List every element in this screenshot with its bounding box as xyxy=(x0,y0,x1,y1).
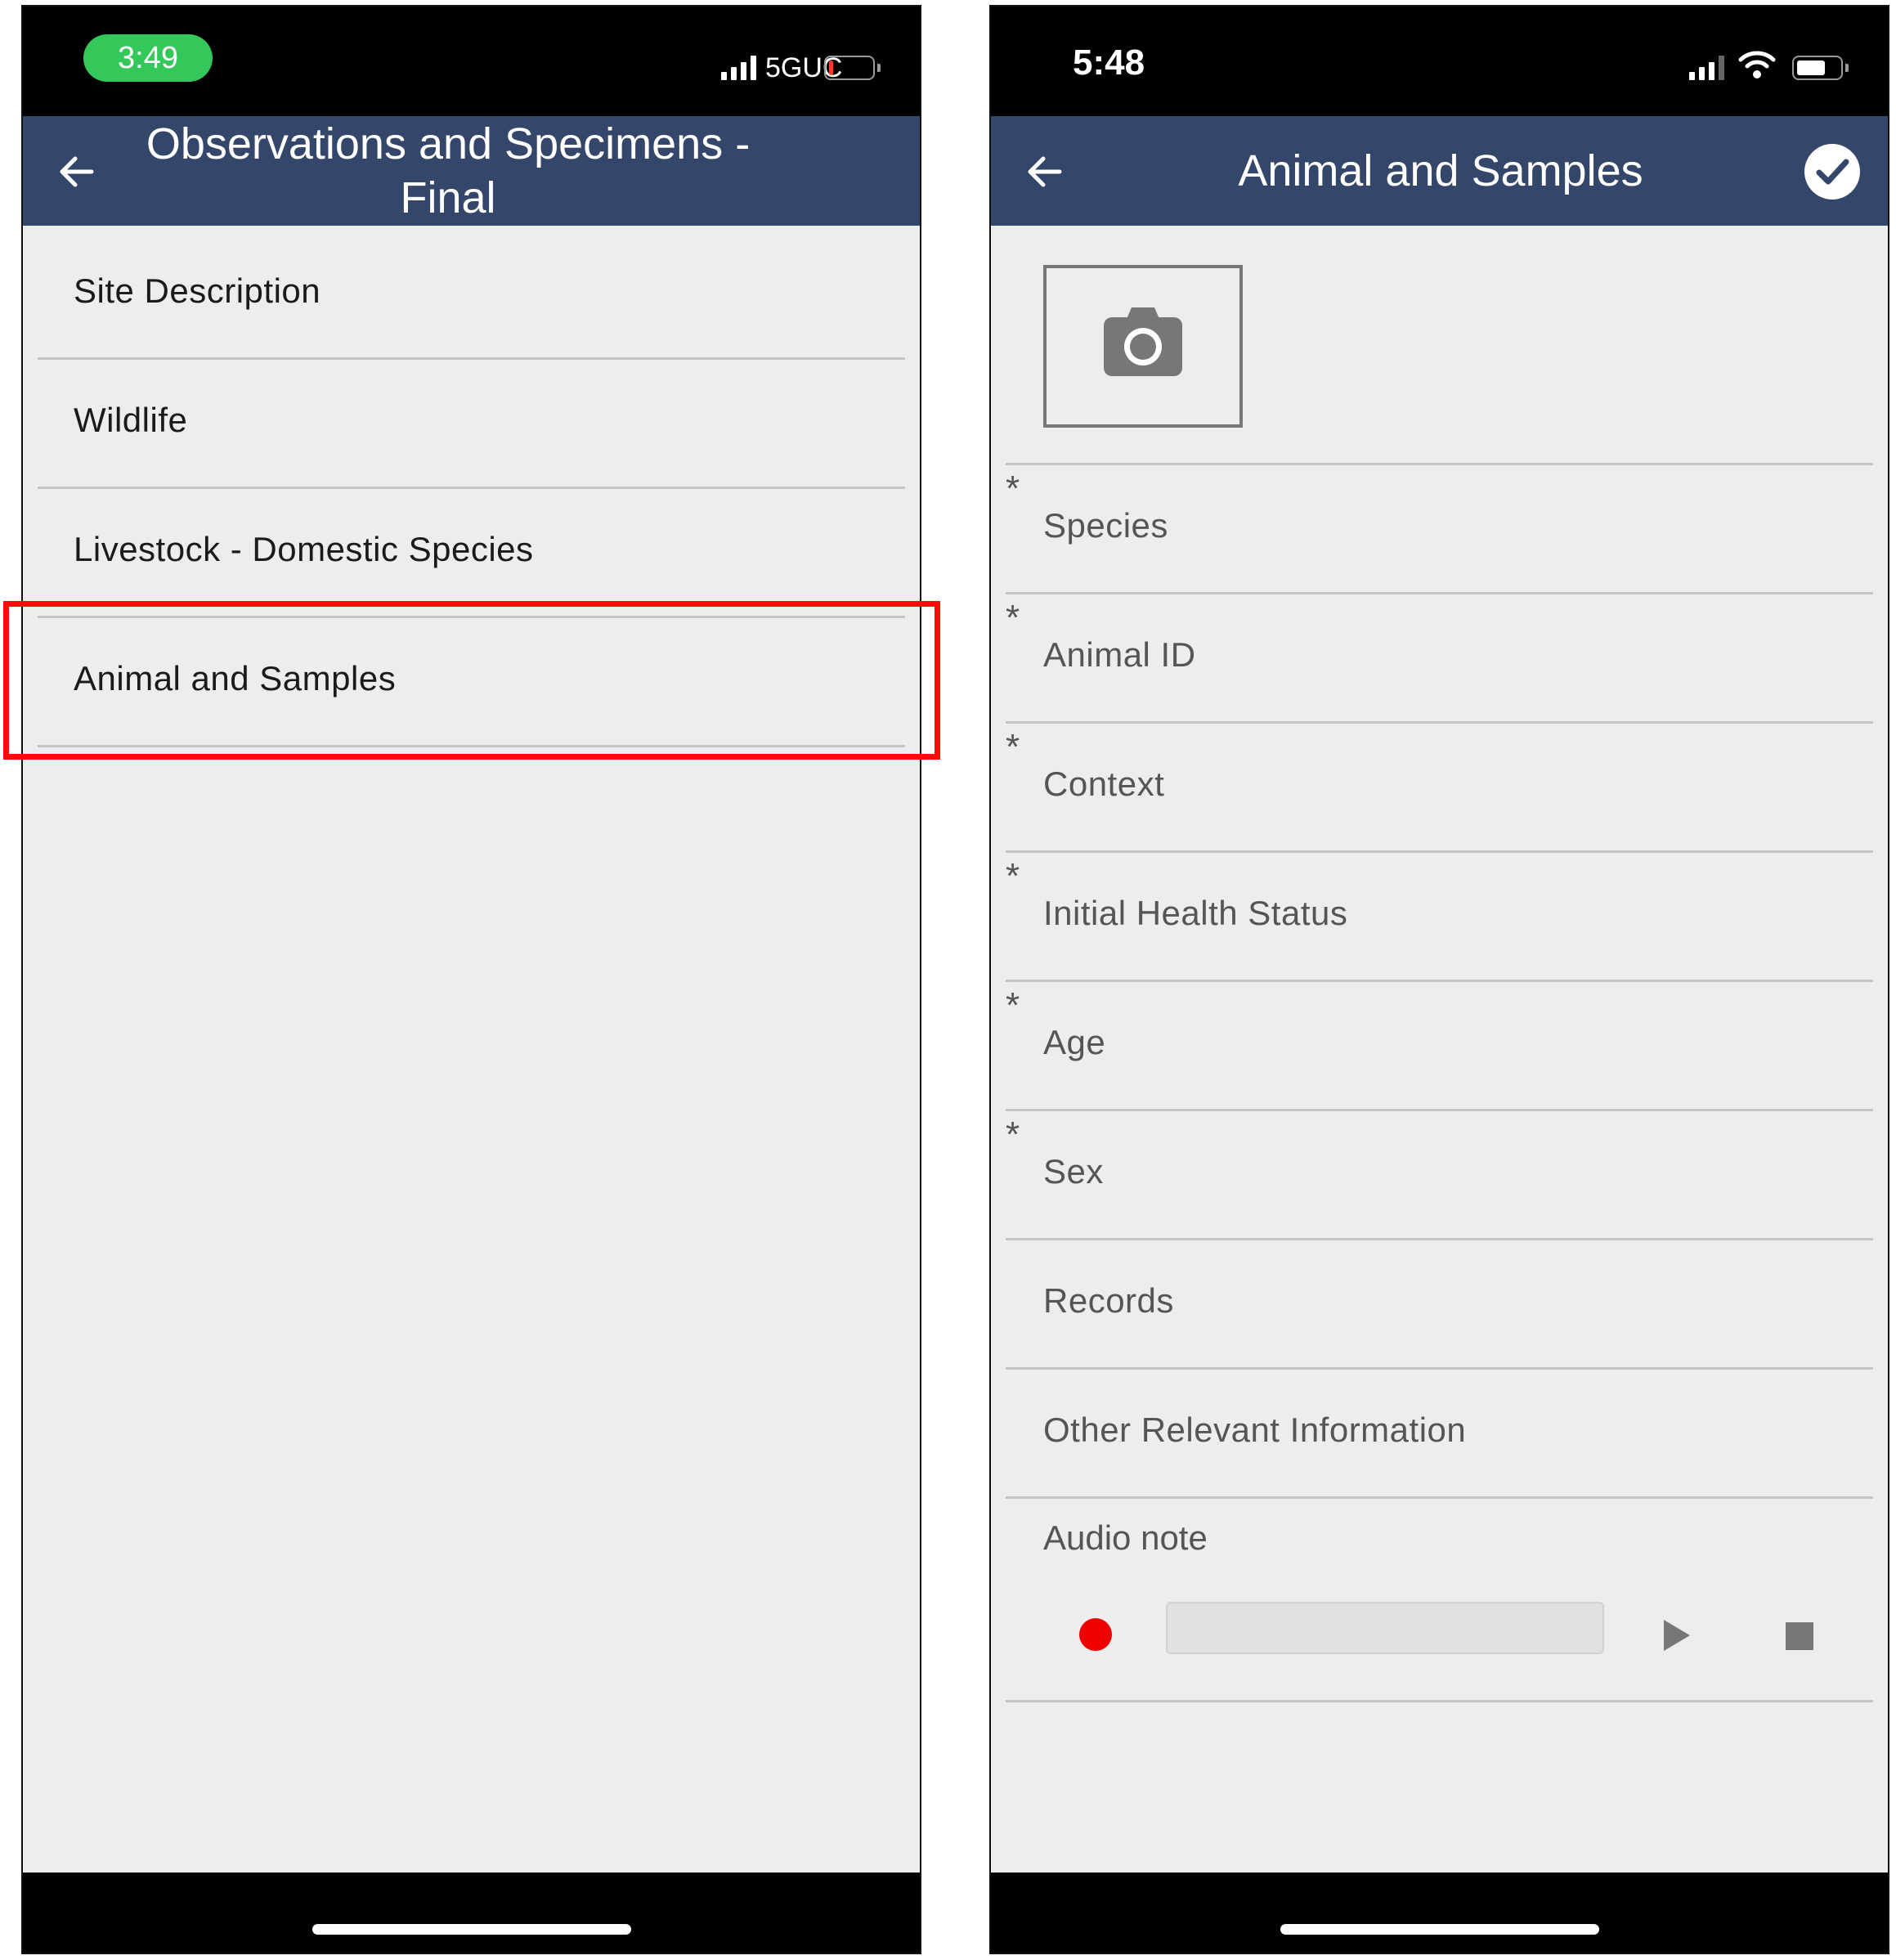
field-sex[interactable]: * Sex xyxy=(1006,1109,1873,1238)
field-label: Animal ID xyxy=(1043,635,1196,674)
page-title: Observations and Specimens - Final xyxy=(146,117,751,225)
field-animal-id[interactable]: * Animal ID xyxy=(1006,592,1873,721)
signal-icon xyxy=(1689,56,1724,80)
field-initial-health-status[interactable]: * Initial Health Status xyxy=(1006,850,1873,980)
menu-item-livestock[interactable]: Livestock - Domestic Species xyxy=(38,489,905,618)
field-records[interactable]: Records xyxy=(1006,1238,1873,1367)
checkmark-icon xyxy=(1816,159,1849,185)
required-asterisk: * xyxy=(1006,1115,1020,1155)
phone-screen-observations: 3:49 5GUC Observations and Specimens - F… xyxy=(21,5,921,1954)
status-bar: 3:49 5GUC xyxy=(23,7,920,116)
required-asterisk: * xyxy=(1006,985,1020,1025)
status-bar: 5:48 xyxy=(991,7,1888,116)
required-asterisk: * xyxy=(1006,469,1020,509)
status-time: 5:48 xyxy=(1073,43,1145,83)
menu-item-site-description[interactable]: Site Description xyxy=(38,231,905,360)
page-title-line2: Final xyxy=(400,173,496,222)
field-label: Age xyxy=(1043,1023,1106,1061)
back-arrow-icon[interactable] xyxy=(56,151,96,192)
field-label: Sex xyxy=(1043,1152,1104,1191)
back-arrow-icon[interactable] xyxy=(1024,151,1065,192)
app-bar: Observations and Specimens - Final xyxy=(23,116,920,226)
menu-item-wildlife[interactable]: Wildlife xyxy=(38,360,905,489)
stop-icon[interactable] xyxy=(1786,1622,1813,1650)
field-context[interactable]: * Context xyxy=(1006,721,1873,850)
field-label: Initial Health Status xyxy=(1043,894,1348,932)
home-bar xyxy=(23,1873,920,1953)
app-bar: Animal and Samples xyxy=(991,116,1888,226)
camera-icon xyxy=(1104,307,1182,376)
menu-item-label: Site Description xyxy=(74,271,321,310)
field-label: Records xyxy=(1043,1281,1174,1320)
status-time: 3:49 xyxy=(83,34,213,82)
field-species[interactable]: * Species xyxy=(1006,463,1873,592)
photo-capture-button[interactable] xyxy=(1043,265,1243,428)
field-age[interactable]: * Age xyxy=(1006,980,1873,1109)
wifi-icon xyxy=(1738,51,1776,78)
field-label: Other Relevant Information xyxy=(1043,1411,1467,1449)
required-asterisk: * xyxy=(1006,856,1020,896)
battery-icon xyxy=(1792,56,1849,80)
required-asterisk: * xyxy=(1006,598,1020,638)
menu-item-label: Wildlife xyxy=(74,401,188,439)
page-title-line1: Observations and Specimens - xyxy=(146,119,751,168)
field-other-relevant-information[interactable]: Other Relevant Information xyxy=(1006,1367,1873,1496)
signal-icon xyxy=(721,56,756,80)
required-asterisk: * xyxy=(1006,727,1020,767)
home-bar xyxy=(991,1873,1888,1953)
record-icon[interactable] xyxy=(1079,1618,1112,1651)
audio-note: Audio note xyxy=(1006,1496,1873,1702)
audio-note-label: Audio note xyxy=(1043,1518,1208,1557)
menu-item-label: Livestock - Domestic Species xyxy=(74,530,534,568)
home-indicator[interactable] xyxy=(312,1924,631,1935)
save-check-button[interactable] xyxy=(1804,144,1860,200)
field-label: Context xyxy=(1043,765,1165,803)
highlight-box xyxy=(3,601,940,760)
field-label: Species xyxy=(1043,506,1168,545)
home-indicator[interactable] xyxy=(1280,1924,1599,1935)
battery-icon xyxy=(824,56,881,80)
phone-screen-animal-and-samples: 5:48 Animal and Samples * Species * Anim… xyxy=(989,5,1889,1954)
audio-progress-bar[interactable] xyxy=(1166,1602,1604,1654)
page-title: Animal and Samples xyxy=(1238,146,1643,195)
play-icon[interactable] xyxy=(1664,1620,1690,1651)
